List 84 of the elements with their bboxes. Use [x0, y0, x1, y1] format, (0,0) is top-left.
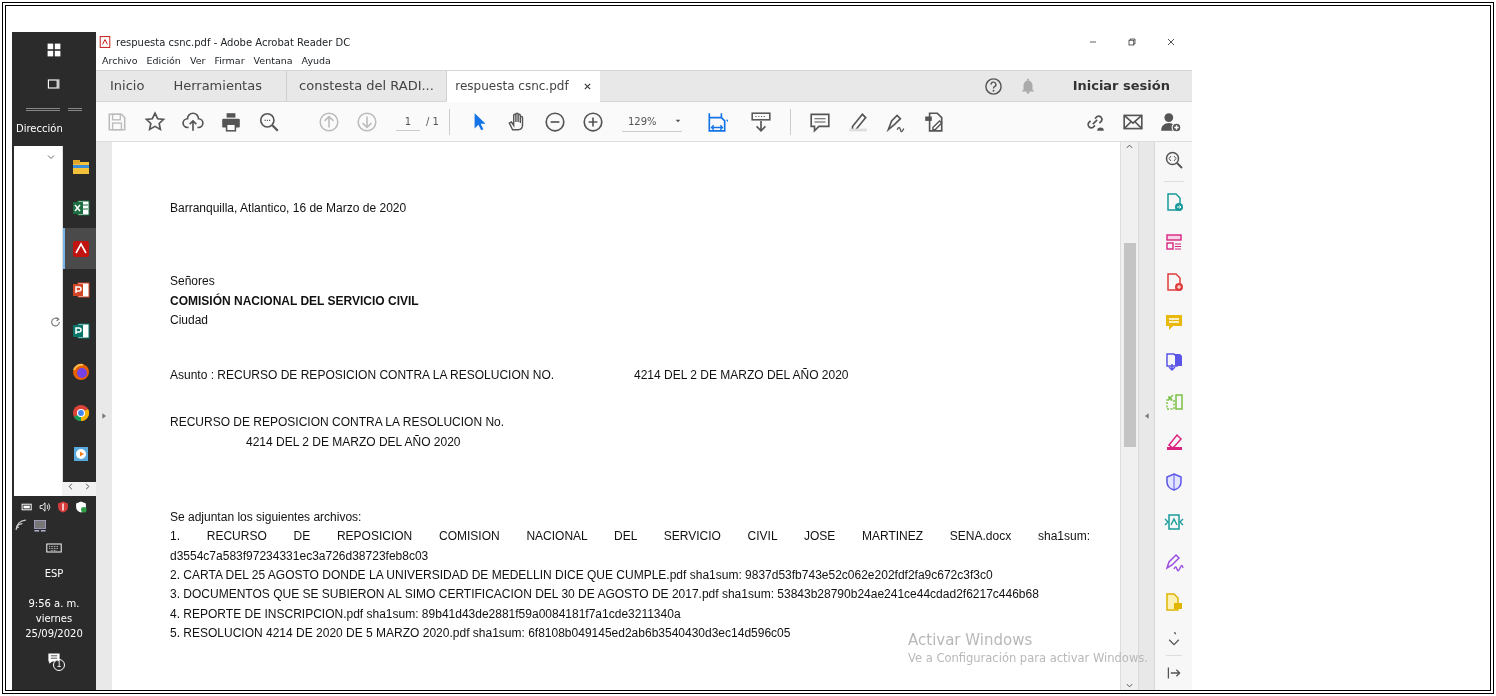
zoom-in-icon[interactable]	[581, 110, 604, 133]
spreadsheet-app-icon[interactable]	[70, 197, 91, 218]
tab[interactable]: respuesta csnc.pdf	[445, 71, 600, 102]
document-text: Ciudad	[170, 311, 209, 329]
document-text: Barranquilla, Atlantico, 16 de Marzo de 2020	[170, 200, 407, 217]
add-user-icon[interactable]	[1160, 110, 1182, 133]
pdf-file-icon	[99, 36, 111, 48]
security-shield-icon[interactable]	[74, 500, 88, 514]
menu-item[interactable]: Ventana	[253, 53, 293, 69]
notification-icon	[46, 651, 62, 667]
document-text: 4214 DEL 2 DE MARZO DEL AÑO 2020	[245, 433, 461, 451]
comment-icon[interactable]	[808, 110, 831, 133]
clock-date[interactable]: 25/09/2020	[25, 626, 83, 641]
sign-in-button[interactable]: Iniciar sesión	[1072, 76, 1170, 96]
clock-time[interactable]: 9:56 a. m.	[25, 596, 83, 611]
close-tab-icon[interactable]	[582, 81, 592, 91]
menu-item[interactable]: Edición	[146, 53, 181, 69]
page-number-field[interactable]: 1	[396, 112, 420, 131]
scroll-right-icon[interactable]	[83, 482, 93, 491]
notification-count: 1	[53, 659, 65, 671]
fit-page-icon[interactable]	[705, 110, 728, 133]
document-heading: COMISIÓN NACIONAL DEL SERVICIO CIVIL	[170, 292, 419, 310]
shield-icon[interactable]	[56, 500, 70, 514]
network-icon[interactable]	[32, 518, 48, 534]
clock-day[interactable]: viernes	[25, 611, 83, 626]
tab[interactable]: Inicio	[110, 71, 145, 101]
window-title: respuesta csnc.pdf - Adobe Acrobat Reader DC	[116, 35, 351, 50]
document-text: Asunto : RECURSO DE REPOSICION CONTRA LA RESOLUCION NO.	[170, 367, 556, 385]
fox-browser-icon[interactable]	[70, 361, 91, 382]
menu-item[interactable]: Ver	[189, 53, 206, 69]
toolbar-label: Dirección	[15, 122, 63, 136]
tab[interactable]: constesta del RADI...	[285, 71, 446, 101]
cloud-upload-icon[interactable]	[182, 110, 204, 133]
menu-item[interactable]: Ayuda	[301, 53, 331, 69]
expand-panel-icon[interactable]	[100, 410, 108, 422]
document-text: d3554c7a583f97234331ec3a726d38723feb8c03	[170, 547, 429, 565]
scroll-down-icon[interactable]	[1125, 681, 1134, 690]
speaker-icon[interactable]	[38, 500, 52, 514]
caret-icon	[673, 117, 682, 125]
scroll-up-icon[interactable]	[1125, 142, 1134, 151]
activation-text: Ve a Configuración para activar Windows.	[908, 650, 1148, 666]
document-text: Señores	[170, 273, 215, 291]
highlighter-icon[interactable]	[846, 110, 869, 133]
tab[interactable]: Herramientas	[173, 71, 262, 101]
windows-icon[interactable]	[46, 42, 62, 58]
task-view-icon[interactable]	[46, 76, 62, 92]
star-icon[interactable]	[144, 110, 166, 133]
optimize-pdf-icon[interactable]	[1163, 512, 1184, 532]
organize-pages-icon[interactable]	[1163, 232, 1184, 252]
language-indicator[interactable]: ESP	[44, 566, 64, 581]
document-text: 4. REPORTE DE INSCRIPCION.pdf sha1sum: 89b41d43de2881f59a0084181f7a1cde3211340a	[170, 605, 681, 623]
fill-sign-icon[interactable]	[922, 110, 945, 133]
refresh-icon[interactable]	[50, 316, 62, 327]
signature-icon[interactable]	[1163, 552, 1184, 572]
zoom-out-icon[interactable]	[543, 110, 566, 133]
document-text: 2. CARTA DEL 25 AGOSTO DONDE LA UNIVERSIDAD DE MEDELLIN DICE QUE CUMPLE.pdf sha1sum: 9837d53fb743e52c062e202fdf2fa9c672c3f3c0	[170, 566, 993, 584]
shield-icon[interactable]	[1163, 472, 1184, 492]
notifications-button[interactable]: 1	[43, 651, 65, 671]
help-icon[interactable]	[983, 76, 1003, 96]
document-text: 3. DOCUMENTOS QUE SE SUBIERON AL SIMO CERTIFICACION DEL 30 DE AGOSTO DE 2017.pdf sha1sum: 53843b28790b24ae241ce44cdad2f6217c446b68	[170, 586, 1039, 604]
document-text: 1. RECURSO DE REPOSICION COMISION NACIONAL DEL SERVICIO CIVIL JOSE MARTINEZ SENA.docx sha1sum:	[170, 528, 1090, 546]
combine-files-icon[interactable]	[1163, 352, 1184, 372]
menu-item[interactable]: Archivo	[102, 53, 138, 69]
search-icon[interactable]	[258, 110, 280, 133]
collapse-tools-icon[interactable]	[1165, 665, 1182, 681]
browser-icon[interactable]	[70, 402, 91, 423]
keyboard-icon[interactable]	[44, 540, 64, 556]
document-text: RECURSO DE REPOSICION CONTRA LA RESOLUCION No.	[170, 414, 505, 432]
activation-title: Activar Windows	[908, 630, 1033, 650]
print-icon[interactable]	[220, 110, 242, 133]
menu-item[interactable]: Firmar	[214, 53, 245, 69]
page-count: / 1	[426, 115, 439, 129]
restore-button[interactable]	[1125, 36, 1138, 48]
zoom-search-icon[interactable]	[1163, 150, 1184, 170]
pdf-reader-icon[interactable]	[70, 238, 91, 259]
wifi-icon[interactable]	[14, 518, 28, 532]
presentation-app-icon[interactable]	[70, 279, 91, 300]
document-text: Se adjuntan los siguientes archivos:	[170, 509, 362, 527]
zoom-dropdown[interactable]: 129%	[621, 111, 682, 132]
scroll-mode-icon[interactable]	[749, 110, 772, 133]
document-text: 4214 DEL 2 DE MARZO DEL AÑO 2020	[634, 367, 849, 385]
scrollbar-thumb[interactable]	[1123, 243, 1136, 447]
document-text: 5. RESOLUCION 4214 DE 2020 DE 5 MARZO 2020.pdf sha1sum: 6f8108b049145ed2ab6b3540430d3ec14d596c05	[170, 624, 791, 642]
publishing-app-icon[interactable]	[70, 320, 91, 341]
